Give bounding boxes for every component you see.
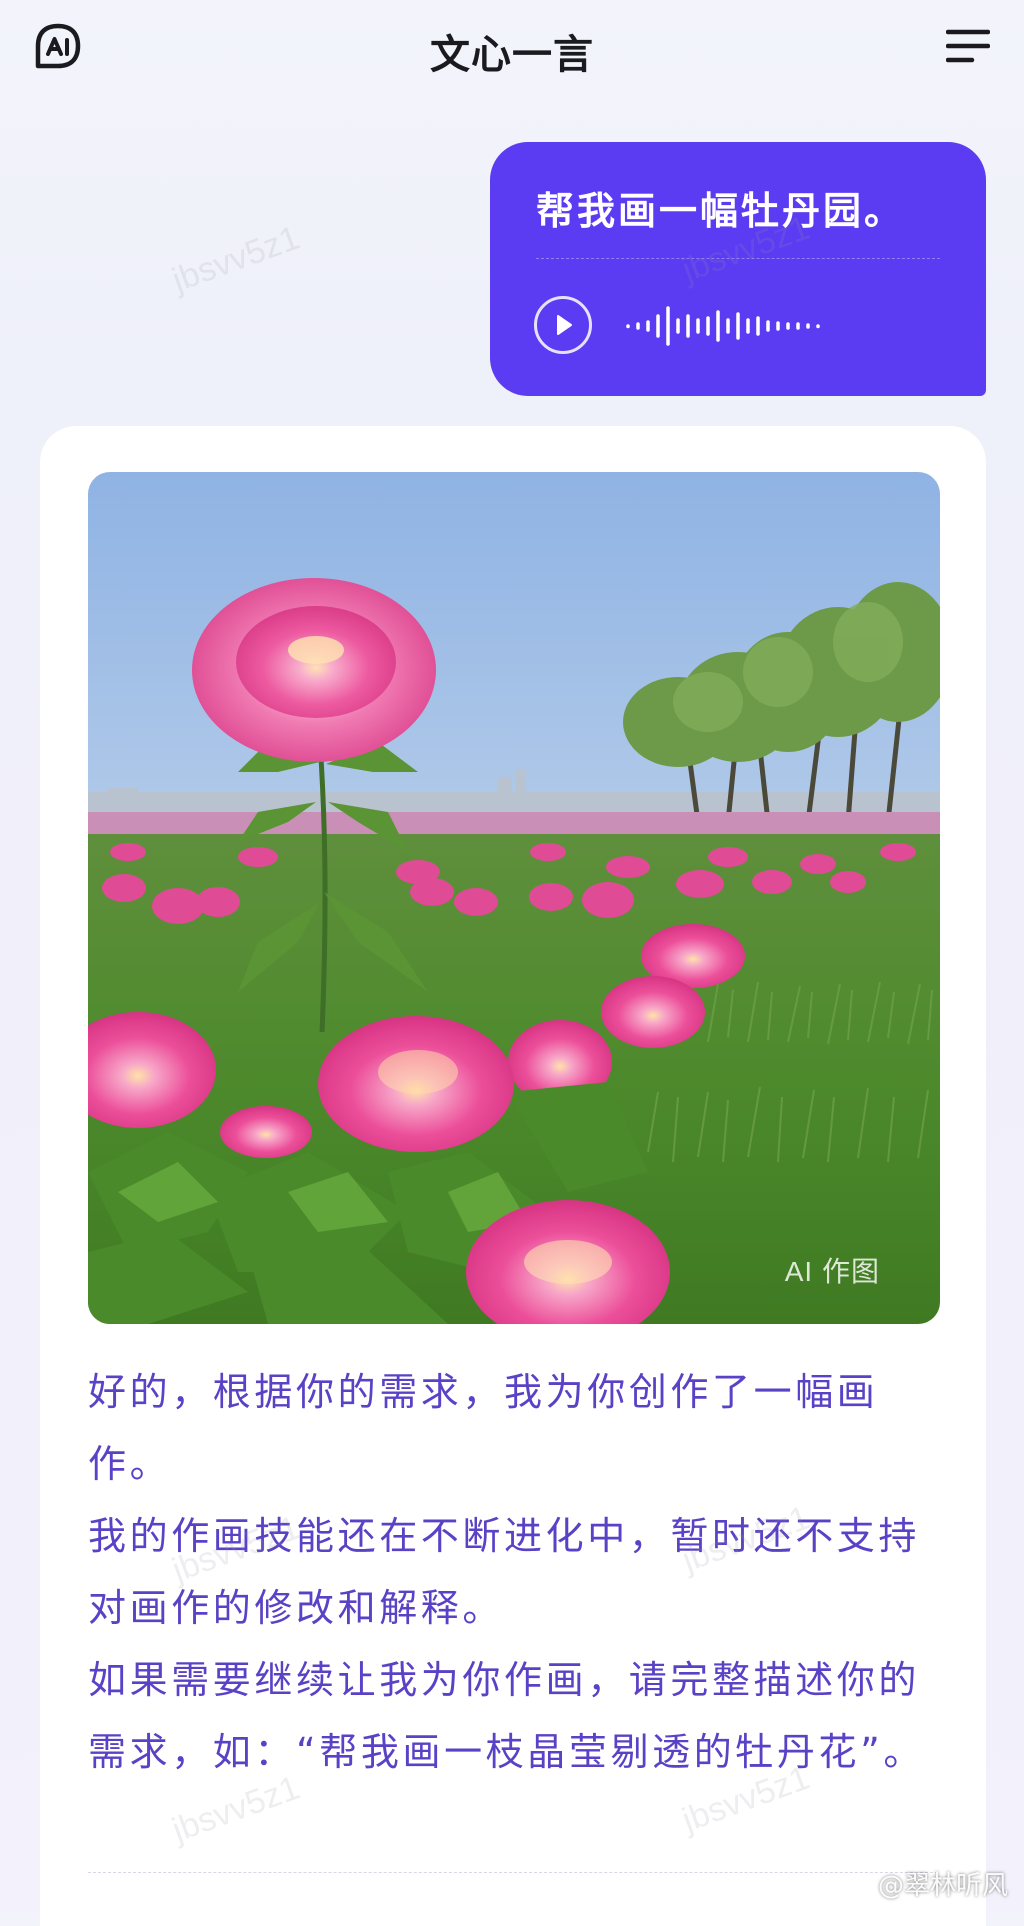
- user-message-bubble: 帮我画一幅牡丹园。: [490, 142, 986, 396]
- generated-image[interactable]: AI 作图: [88, 472, 940, 1324]
- audio-waveform: [626, 306, 820, 346]
- menu-icon[interactable]: [946, 26, 990, 66]
- weibo-credit-watermark: @翠林听风: [877, 1871, 1008, 1901]
- app-title: 文心一言: [430, 32, 594, 78]
- app-header: 文心一言: [0, 0, 1024, 96]
- ai-image-badge: AI 作图: [784, 1256, 880, 1287]
- response-paragraph: 好的，根据你的需求，我为你创作了一幅画作。: [88, 1370, 879, 1486]
- peony-garden-illustration: [88, 472, 940, 1324]
- play-audio-button[interactable]: [534, 296, 592, 354]
- response-text: 好的，根据你的需求，我为你创作了一幅画作。 我的作画技能还在不断进化中，暂时还不…: [88, 1356, 946, 1788]
- card-divider: [88, 1872, 938, 1873]
- user-message-text: 帮我画一幅牡丹园。: [536, 189, 906, 233]
- watermark-text: jbsvv5z1: [167, 218, 305, 300]
- response-paragraph: 如果需要继续让我为你作画，请完整描述你的需求，如：“帮我画一枝晶莹剔透的牡丹花”…: [88, 1658, 925, 1774]
- response-card: AI 作图 好的，根据你的需求，我为你创作了一幅画作。 我的作画技能还在不断进化…: [40, 426, 986, 1926]
- response-paragraph: 我的作画技能还在不断进化中，暂时还不支持对画作的修改和解释。: [88, 1514, 921, 1630]
- bubble-divider: [536, 258, 940, 259]
- play-icon: [557, 315, 572, 335]
